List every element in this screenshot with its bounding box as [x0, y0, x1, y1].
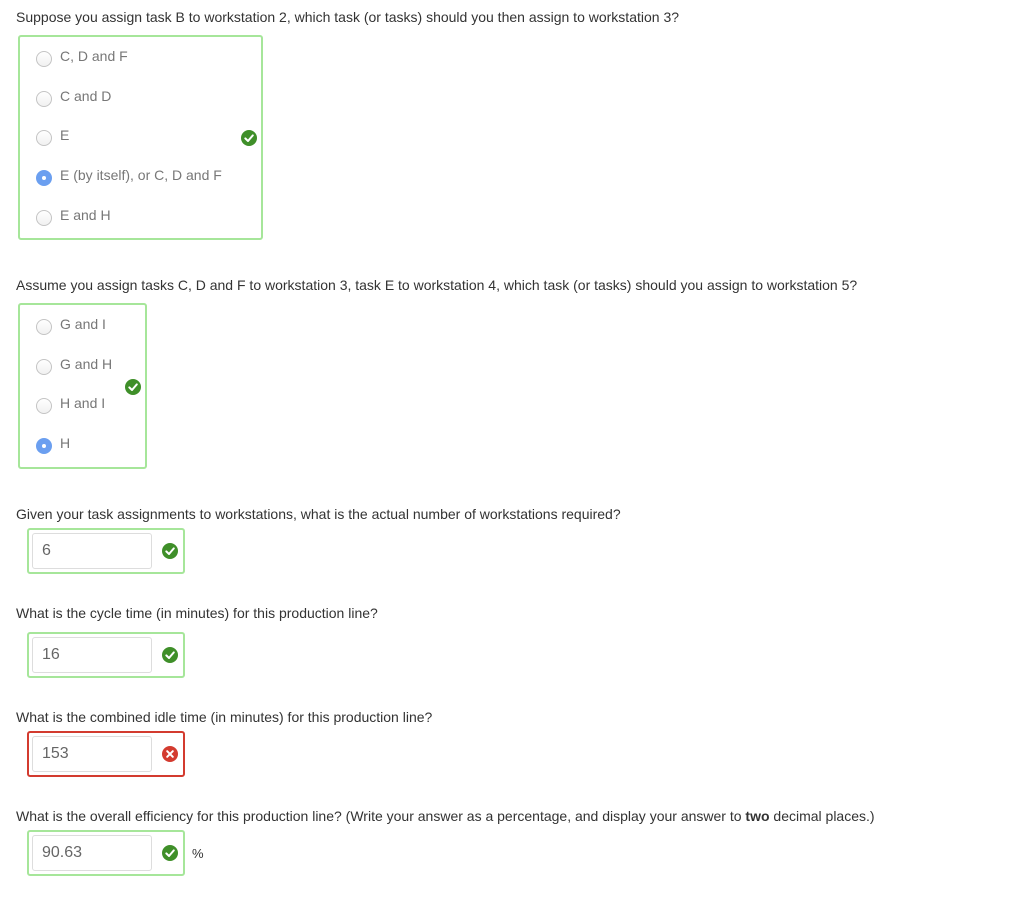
option-label: G and I	[60, 316, 106, 332]
question-2-choice-group: G and I G and H H and I H	[18, 303, 147, 469]
workstations-required-input[interactable]	[32, 533, 152, 569]
efficiency-input[interactable]	[32, 835, 152, 871]
question-2-option-1[interactable]: G and I	[36, 314, 106, 335]
correct-check-icon	[241, 130, 257, 146]
question-6-text-before: What is the overall efficiency for this …	[16, 808, 746, 824]
question-2-option-2[interactable]: G and H	[36, 354, 113, 375]
radio-button[interactable]	[36, 319, 52, 335]
option-label: H	[60, 435, 71, 451]
question-6-text-bold: two	[745, 808, 770, 824]
question-2-text: Assume you assign tasks C, D and F to wo…	[16, 277, 858, 293]
option-label: G and H	[60, 356, 113, 372]
option-label: C, D and F	[60, 48, 128, 64]
percent-unit-label: %	[192, 846, 204, 861]
question-6-answer-box	[27, 830, 185, 876]
correct-check-icon	[125, 379, 141, 395]
question-1-option-1[interactable]: C, D and F	[36, 46, 128, 67]
option-label: C and D	[60, 88, 112, 104]
question-4-text: What is the cycle time (in minutes) for …	[16, 605, 378, 621]
correct-check-icon	[162, 543, 178, 559]
radio-button[interactable]	[36, 359, 52, 375]
radio-button-selected[interactable]	[36, 170, 52, 186]
option-label: E	[60, 127, 70, 143]
radio-button-selected[interactable]	[36, 438, 52, 454]
cycle-time-input[interactable]	[32, 637, 152, 673]
question-4-answer-box	[27, 632, 185, 678]
radio-button[interactable]	[36, 51, 52, 67]
radio-button[interactable]	[36, 210, 52, 226]
idle-time-input[interactable]	[32, 736, 152, 772]
option-label: E and H	[60, 207, 111, 223]
option-label: E (by itself), or C, D and F	[60, 167, 222, 183]
question-2-option-4[interactable]: H	[36, 433, 71, 454]
question-5-text: What is the combined idle time (in minut…	[16, 709, 433, 725]
question-6-text-after: decimal places.)	[769, 808, 875, 824]
question-1-option-3[interactable]: E	[36, 125, 70, 146]
question-1-option-2[interactable]: C and D	[36, 86, 112, 107]
radio-button[interactable]	[36, 130, 52, 146]
radio-button[interactable]	[36, 398, 52, 414]
question-5-answer-box	[27, 731, 185, 777]
incorrect-x-icon	[162, 746, 178, 762]
correct-check-icon	[162, 647, 178, 663]
question-1-option-4[interactable]: E (by itself), or C, D and F	[36, 165, 222, 186]
radio-button[interactable]	[36, 91, 52, 107]
question-2-option-3[interactable]: H and I	[36, 393, 106, 414]
question-1-text: Suppose you assign task B to workstation…	[16, 9, 680, 25]
question-3-answer-box	[27, 528, 185, 574]
option-label: H and I	[60, 395, 106, 411]
question-1-option-5[interactable]: E and H	[36, 205, 111, 226]
question-3-text: Given your task assignments to workstati…	[16, 506, 621, 522]
correct-check-icon	[162, 845, 178, 861]
question-6-text: What is the overall efficiency for this …	[16, 808, 875, 824]
question-1-choice-group: C, D and F C and D E E (by itself), or C…	[18, 35, 263, 240]
